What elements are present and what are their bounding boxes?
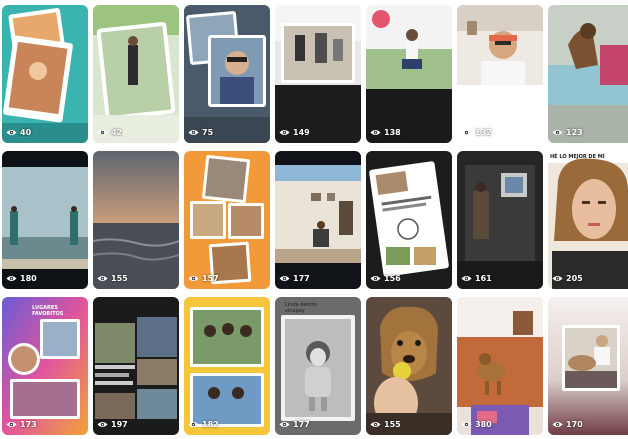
story-tile[interactable]: 149 xyxy=(275,5,361,143)
story-tile[interactable]: 75 xyxy=(184,5,270,143)
story-tile[interactable]: Linda dentro vinapay 177 xyxy=(275,297,361,435)
view-count: 173 xyxy=(6,420,37,429)
view-count: 177 xyxy=(279,420,310,429)
story-thumbnail xyxy=(366,5,452,143)
eye-icon xyxy=(188,275,199,282)
story-tile[interactable]: 380 xyxy=(457,297,543,435)
view-count: 155 xyxy=(370,420,401,429)
story-thumbnail xyxy=(93,5,179,143)
story-tile[interactable]: 157 xyxy=(184,151,270,289)
story-thumbnail xyxy=(548,151,628,289)
view-count: 149 xyxy=(279,128,310,137)
eye-icon xyxy=(279,129,290,136)
story-thumbnail xyxy=(93,151,179,289)
story-tile[interactable]: 132 xyxy=(457,5,543,143)
view-count: 197 xyxy=(97,420,128,429)
story-thumbnail xyxy=(457,5,543,143)
story-tile[interactable]: 123 xyxy=(548,5,628,143)
story-thumbnail xyxy=(457,297,543,435)
story-tile[interactable]: 42 xyxy=(93,5,179,143)
view-count: 75 xyxy=(188,128,213,137)
story-tile[interactable]: 177 xyxy=(275,151,361,289)
story-tile[interactable]: 40 xyxy=(2,5,88,143)
eye-icon xyxy=(6,421,17,428)
story-thumbnail xyxy=(275,297,361,435)
eye-icon xyxy=(97,129,108,136)
story-thumbnail xyxy=(184,5,270,143)
eye-icon xyxy=(461,129,472,136)
story-thumbnail xyxy=(366,151,452,289)
story-tile[interactable]: LUGARES FAVORITOS 173 xyxy=(2,297,88,435)
view-count: 123 xyxy=(552,128,583,137)
view-count: 40 xyxy=(6,128,31,137)
story-tile[interactable]: 197 xyxy=(93,297,179,435)
story-thumbnail xyxy=(275,151,361,289)
eye-icon xyxy=(552,275,563,282)
eye-icon xyxy=(279,275,290,282)
story-caption: HÉ LO MEJOR DE MÍ xyxy=(550,154,605,160)
story-thumbnail xyxy=(184,151,270,289)
story-thumbnail xyxy=(275,5,361,143)
story-thumbnail xyxy=(184,297,270,435)
view-count: 132 xyxy=(461,128,492,137)
eye-icon xyxy=(97,275,108,282)
view-count: 156 xyxy=(370,274,401,283)
story-tile[interactable]: HÉ LO MEJOR DE MÍ 205 xyxy=(548,151,628,289)
story-thumbnail xyxy=(457,151,543,289)
story-thumbnail xyxy=(548,5,628,143)
story-tile[interactable]: 138 xyxy=(366,5,452,143)
story-tile[interactable]: 180 xyxy=(2,151,88,289)
view-count: 42 xyxy=(97,128,122,137)
eye-icon xyxy=(370,129,381,136)
view-count: 170 xyxy=(552,420,583,429)
story-tile[interactable]: 155 xyxy=(93,151,179,289)
story-thumbnail xyxy=(2,5,88,143)
story-caption: LUGARES FAVORITOS xyxy=(32,305,64,317)
view-count: 138 xyxy=(370,128,401,137)
view-count: 180 xyxy=(6,274,37,283)
story-thumbnail xyxy=(2,297,88,435)
stories-grid: 40 42 75 149 138 132 123 180 155 157 177… xyxy=(2,5,628,435)
view-count: 182 xyxy=(188,420,219,429)
eye-icon xyxy=(6,129,17,136)
eye-icon xyxy=(279,421,290,428)
eye-icon xyxy=(370,275,381,282)
eye-icon xyxy=(370,421,381,428)
view-count: 177 xyxy=(279,274,310,283)
view-count: 155 xyxy=(97,274,128,283)
view-count: 161 xyxy=(461,274,492,283)
eye-icon xyxy=(188,421,199,428)
view-count: 380 xyxy=(461,420,492,429)
story-tile[interactable]: 170 xyxy=(548,297,628,435)
story-tile[interactable]: 156 xyxy=(366,151,452,289)
eye-icon xyxy=(97,421,108,428)
story-tile[interactable]: 182 xyxy=(184,297,270,435)
story-thumbnail xyxy=(366,297,452,435)
eye-icon xyxy=(461,275,472,282)
story-tile[interactable]: 161 xyxy=(457,151,543,289)
eye-icon xyxy=(552,421,563,428)
story-caption: Linda dentro vinapay xyxy=(285,302,317,314)
story-tile[interactable]: 155 xyxy=(366,297,452,435)
story-thumbnail xyxy=(548,297,628,435)
eye-icon xyxy=(188,129,199,136)
eye-icon xyxy=(6,275,17,282)
story-thumbnail xyxy=(2,151,88,289)
eye-icon xyxy=(552,129,563,136)
view-count: 205 xyxy=(552,274,583,283)
story-thumbnail xyxy=(93,297,179,435)
eye-icon xyxy=(461,421,472,428)
view-count: 157 xyxy=(188,274,219,283)
